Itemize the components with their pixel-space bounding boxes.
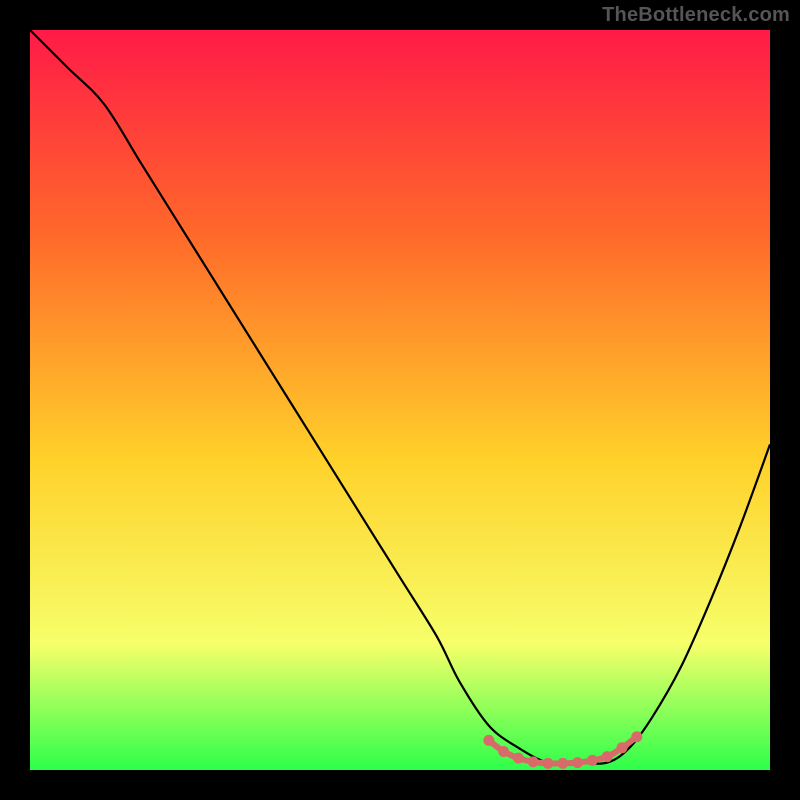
optimal-range-marker xyxy=(498,746,509,757)
optimal-range-marker xyxy=(513,753,524,764)
chart-frame: TheBottleneck.com xyxy=(0,0,800,800)
watermark-text: TheBottleneck.com xyxy=(602,4,790,27)
optimal-range-marker xyxy=(572,757,583,768)
optimal-range-marker xyxy=(587,755,598,766)
gradient-background xyxy=(30,30,770,770)
optimal-range-marker xyxy=(483,735,494,746)
optimal-range-marker xyxy=(557,758,568,769)
optimal-range-marker xyxy=(617,742,628,753)
bottleneck-chart-svg xyxy=(30,30,770,770)
optimal-range-marker xyxy=(602,751,613,762)
optimal-range-marker xyxy=(631,731,642,742)
optimal-range-marker xyxy=(528,756,539,767)
optimal-range-marker xyxy=(543,758,554,769)
plot-area xyxy=(30,30,770,770)
